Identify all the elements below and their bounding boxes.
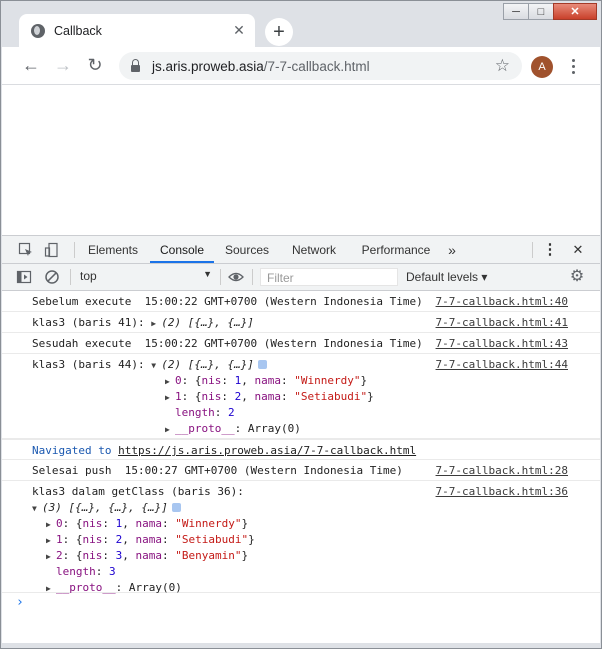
proto-entry[interactable]: ▶ __proto__: Array(0) <box>165 422 301 435</box>
console-message: klas3 (baris 44): ▼ (2) [{…}, {…}] 7-7-ca… <box>2 354 600 439</box>
console-prompt[interactable]: › <box>16 595 24 610</box>
profile-avatar[interactable]: A <box>531 56 553 78</box>
source-link[interactable]: 7-7-callback.html:28 <box>436 464 568 477</box>
proto-entry[interactable]: ▶ __proto__: Array(0) <box>46 581 182 594</box>
array-header[interactable]: ▼ (3) [{…}, {…}, {…}] <box>32 501 181 514</box>
separator <box>74 242 75 258</box>
source-link[interactable]: 7-7-callback.html:43 <box>436 337 568 350</box>
browser-menu-icon[interactable] <box>568 55 578 77</box>
tab-title: Callback <box>54 23 102 38</box>
tab-performance[interactable]: Performance <box>354 236 438 263</box>
browser-tab[interactable]: Callback ✕ <box>19 14 255 47</box>
array-entry[interactable]: ▶ 0: {nis: 1, nama: "Winnerdy"} <box>46 517 248 530</box>
tab-network[interactable]: Network <box>284 236 344 263</box>
navigated-url-link[interactable]: https://js.aris.proweb.asia/7-7-callback… <box>118 444 416 457</box>
expand-triangle-icon[interactable]: ▶ <box>151 319 161 328</box>
tab-elements[interactable]: Elements <box>82 236 144 263</box>
info-badge-icon <box>257 360 267 369</box>
clear-console-icon[interactable] <box>44 269 60 285</box>
console-output: Sebelum execute 15:00:22 GMT+0700 (Weste… <box>2 291 600 644</box>
array-entry[interactable]: ▶ 1: {nis: 2, nama: "Setiabudi"} <box>46 533 255 546</box>
info-badge-icon <box>171 503 181 512</box>
globe-icon <box>31 23 45 38</box>
console-message: klas3 dalam getClass (baris 36): 7-7-cal… <box>2 481 600 594</box>
separator <box>220 269 221 285</box>
console-message: Sesudah execute 15:00:22 GMT+0700 (Weste… <box>2 333 600 354</box>
filter-input[interactable]: Filter <box>260 268 398 286</box>
console-message: Selesai push 15:00:27 GMT+0700 (Western … <box>2 460 600 481</box>
context-select[interactable]: top ▼ <box>80 269 212 285</box>
live-expression-eye-icon[interactable] <box>228 269 244 285</box>
separator <box>252 269 253 285</box>
array-entry[interactable]: ▶ 0: {nis: 1, nama: "Winnerdy"} <box>165 374 367 387</box>
source-link[interactable]: 7-7-callback.html:41 <box>436 316 568 329</box>
separator <box>70 269 71 285</box>
context-value: top <box>80 269 97 283</box>
separator <box>532 242 533 258</box>
back-button[interactable]: ← <box>21 55 41 75</box>
tab-close-icon[interactable]: ✕ <box>229 22 249 39</box>
page-viewport <box>2 85 600 235</box>
lock-icon <box>131 58 140 72</box>
collapse-triangle-icon: ▼ <box>32 504 37 513</box>
console-toolbar: top ▼ Filter Default levels ▾ ⚙ <box>2 264 600 291</box>
address-bar[interactable]: js.aris.proweb.asia/7-7-callback.html ☆ <box>119 52 522 80</box>
source-link[interactable]: 7-7-callback.html:44 <box>436 358 568 371</box>
forward-button[interactable]: → <box>53 55 73 75</box>
array-preview[interactable]: (2) [{…}, {…}] <box>161 358 254 371</box>
inspect-element-icon[interactable] <box>18 242 34 258</box>
bookmark-star-icon[interactable]: ☆ <box>495 56 510 76</box>
new-tab-button[interactable]: + <box>265 18 293 46</box>
minimize-button[interactable]: ─ <box>503 3 529 20</box>
url-host: js.aris.proweb.asia <box>152 58 264 74</box>
window-controls: ─ □ ✕ <box>503 3 597 20</box>
array-length: length: 2 <box>175 406 235 419</box>
devtools-panel: Elements Console Sources Network Perform… <box>2 235 600 643</box>
array-length: length: 3 <box>56 565 116 578</box>
tab-sources[interactable]: Sources <box>220 236 274 263</box>
more-tabs-icon[interactable]: » <box>444 236 460 263</box>
browser-window: ─ □ ✕ Callback ✕ + ← → ↻ js.aris.proweb.… <box>0 0 602 649</box>
tab-console[interactable]: Console <box>150 236 214 263</box>
array-preview[interactable]: (2) [{…}, {…}] <box>161 316 254 329</box>
url-path: /7-7-callback.html <box>263 58 370 74</box>
reload-button[interactable]: ↻ <box>85 55 105 75</box>
array-entry[interactable]: ▶ 1: {nis: 2, nama: "Setiabudi"} <box>165 390 374 403</box>
devtools-menu-icon[interactable]: ⋮ <box>542 236 558 263</box>
chevron-down-icon: ▼ <box>203 269 212 279</box>
console-message: Sebelum execute 15:00:22 GMT+0700 (Weste… <box>2 291 600 312</box>
array-entry[interactable]: ▶ 2: {nis: 3, nama: "Benyamin"} <box>46 549 248 562</box>
collapse-triangle-icon[interactable]: ▼ <box>151 361 161 370</box>
maximize-button[interactable]: □ <box>528 3 554 20</box>
log-levels-dropdown[interactable]: Default levels ▾ <box>406 270 487 284</box>
device-toolbar-icon[interactable] <box>44 242 60 258</box>
source-link[interactable]: 7-7-callback.html:40 <box>436 295 568 308</box>
source-link[interactable]: 7-7-callback.html:36 <box>436 485 568 498</box>
window-close-button[interactable]: ✕ <box>553 3 597 20</box>
navigation-message: Navigated to https://js.aris.proweb.asia… <box>2 439 600 460</box>
sidebar-toggle-icon[interactable] <box>16 269 32 285</box>
devtools-tabbar: Elements Console Sources Network Perform… <box>2 236 600 264</box>
settings-gear-icon[interactable]: ⚙ <box>568 263 586 290</box>
browser-toolbar: ← → ↻ js.aris.proweb.asia/7-7-callback.h… <box>2 47 600 85</box>
console-message: klas3 (baris 41): ▶ (2) [{…}, {…}] 7-7-ca… <box>2 312 600 333</box>
devtools-close-icon[interactable]: ✕ <box>570 236 586 263</box>
